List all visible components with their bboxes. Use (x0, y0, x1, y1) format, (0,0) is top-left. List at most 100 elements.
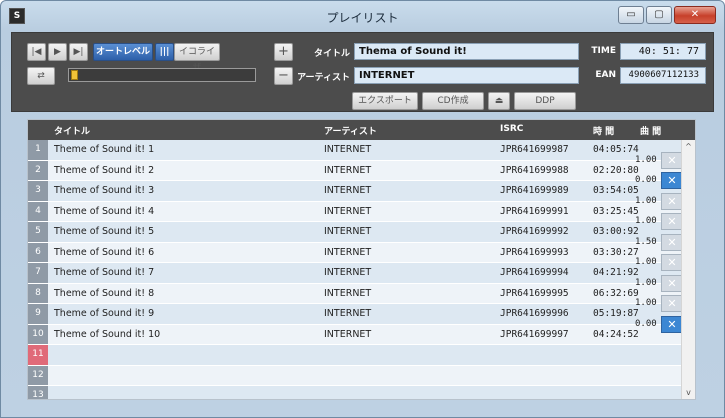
table-row[interactable]: 3 Theme of Sound it! 3 INTERNET JPR64169998… (28, 181, 683, 202)
row-time: 03:00:92 (593, 226, 639, 237)
ean-field[interactable]: 4900607112133 (620, 67, 706, 84)
minimize-button[interactable]: ▭ (618, 6, 644, 24)
scroll-up-icon[interactable]: ^ (682, 142, 695, 151)
table-row[interactable]: 8 Theme of Sound it! 8 INTERNET JPR64169999… (28, 283, 683, 304)
row-title: Theme of Sound it! 9 (54, 308, 155, 319)
eject-button[interactable]: ⏏ (488, 92, 510, 110)
row-number: 5 (28, 222, 48, 242)
repeat-button[interactable]: ⇄ (27, 67, 55, 85)
title-bar[interactable]: S プレイリスト ▭ ▢ ✕ (1, 1, 724, 31)
crossfade-icon[interactable]: ✕ (661, 274, 683, 292)
gap-control: 0.00 ✕ (635, 315, 685, 334)
row-number: 4 (28, 201, 48, 221)
play-button[interactable]: ▶ (48, 43, 67, 61)
gap-value[interactable]: 1.00 (635, 257, 657, 267)
table-row[interactable]: 10 Theme of Sound it! 10 INTERNET JPR641699… (28, 324, 683, 345)
gap-control: 1.00 ✕ (635, 213, 685, 231)
close-button[interactable]: ✕ (674, 6, 716, 24)
crossfade-icon[interactable]: ✕ (661, 254, 683, 271)
gap-value[interactable]: 1.00 (635, 155, 657, 165)
row-isrc: JPR641699988 (500, 164, 569, 176)
col-gap[interactable]: 曲 間 (640, 124, 661, 137)
row-isrc: JPR641699989 (500, 185, 569, 196)
auto-level-button[interactable]: オートレベル (93, 43, 153, 61)
gap-control: 1.50 ✕ (635, 233, 685, 252)
progress-knob[interactable] (71, 70, 78, 80)
row-isrc: JPR641699995 (500, 287, 569, 299)
row-number: 12 (28, 365, 48, 385)
row-number: 13 (28, 386, 48, 399)
table-row[interactable]: 11 (28, 345, 683, 366)
table-row[interactable]: 7 Theme of Sound it! 7 INTERNET JPR64169999… (28, 263, 683, 284)
ddp-button[interactable]: DDP (514, 92, 576, 110)
row-title: Theme of Sound it! 2 (54, 164, 155, 176)
row-artist: INTERNET (324, 205, 372, 217)
row-number: 10 (28, 324, 48, 344)
gap-value[interactable]: 0.00 (635, 319, 657, 329)
row-artist: INTERNET (324, 144, 372, 155)
table-row[interactable]: 6 Theme of Sound it! 6 INTERNET JPR64169999… (28, 242, 683, 263)
prev-track-button[interactable]: |◀ (27, 43, 46, 61)
equalizer-button[interactable]: イコライザ (174, 43, 220, 73)
table-row[interactable]: 4 Theme of Sound it! 4 INTERNET JPR64169999… (28, 201, 683, 222)
window-title: プレイリスト (326, 11, 399, 25)
row-title: Theme of Sound it! 8 (54, 287, 155, 299)
crossfade-icon[interactable]: ✕ (661, 295, 683, 312)
row-artist: INTERNET (324, 267, 372, 278)
row-artist: INTERNET (324, 226, 372, 237)
gap-control: 1.00 ✕ (635, 192, 685, 211)
table-row[interactable]: 9 Theme of Sound it! 9 INTERNET JPR64169999… (28, 304, 683, 325)
gap-value[interactable]: 1.50 (635, 237, 657, 247)
gap-value[interactable]: 0.00 (635, 175, 657, 185)
row-artist: INTERNET (324, 164, 372, 176)
crossfade-icon[interactable]: ✕ (661, 151, 683, 169)
remove-track-button[interactable]: − (274, 67, 293, 85)
gap-value[interactable]: 1.00 (635, 196, 657, 206)
crossfade-icon[interactable]: ✕ (661, 192, 683, 210)
row-artist: INTERNET (324, 185, 372, 196)
gap-control: 1.00 ✕ (635, 295, 685, 313)
crossfade-icon[interactable]: ✕ (661, 213, 683, 230)
equalizer-icon[interactable]: ||| (155, 43, 174, 61)
export-button[interactable]: エクスポート (352, 92, 418, 110)
crossfade-icon[interactable]: ✕ (661, 172, 683, 189)
table-row[interactable]: 2 Theme of Sound it! 2 INTERNET JPR64169998… (28, 160, 683, 181)
table-row[interactable]: 12 (28, 365, 683, 386)
row-time: 03:54:05 (593, 185, 639, 196)
gap-value[interactable]: 1.00 (635, 216, 657, 226)
gap-value[interactable]: 1.00 (635, 298, 657, 308)
row-time: 06:32:69 (593, 287, 639, 299)
table-header: タイトル アーティスト ISRC 時 間 曲 間 (28, 120, 695, 140)
table-row[interactable]: 5 Theme of Sound it! 5 INTERNET JPR64169999… (28, 222, 683, 243)
scroll-down-icon[interactable]: v (682, 388, 695, 397)
row-time: 04:05:74 (593, 144, 639, 155)
maximize-button[interactable]: ▢ (646, 6, 672, 24)
table-row[interactable]: 13 (28, 386, 683, 399)
next-track-button[interactable]: ▶| (69, 43, 88, 61)
gap-value[interactable]: 1.00 (635, 278, 657, 288)
row-time: 03:25:45 (593, 205, 639, 217)
col-artist[interactable]: アーティスト (324, 124, 377, 137)
playback-progress[interactable] (68, 68, 256, 82)
row-number: 6 (28, 242, 48, 262)
vertical-scrollbar[interactable]: ^ v (681, 140, 695, 399)
time-field: 40: 51: 77 (620, 43, 706, 60)
row-isrc: JPR641699993 (500, 246, 569, 258)
row-isrc: JPR641699991 (500, 205, 569, 217)
title-field[interactable]: Thema of Sound it! (354, 43, 579, 60)
table-row[interactable]: 1 Theme of Sound it! 1 INTERNET JPR64169998… (28, 140, 683, 161)
title-label: タイトル (313, 49, 350, 59)
cd-create-button[interactable]: CD作成 (422, 92, 484, 110)
crossfade-icon[interactable]: ✕ (661, 315, 683, 333)
row-isrc: JPR641699996 (500, 308, 569, 319)
crossfade-icon[interactable]: ✕ (661, 233, 683, 251)
col-time[interactable]: 時 間 (593, 124, 614, 137)
row-title: Theme of Sound it! 7 (54, 267, 155, 278)
col-isrc[interactable]: ISRC (500, 124, 523, 134)
row-number: 3 (28, 181, 48, 201)
add-track-button[interactable]: + (274, 43, 293, 61)
table-rows: 1 Theme of Sound it! 1 INTERNET JPR64169998… (28, 140, 683, 399)
artist-field[interactable]: INTERNET (354, 67, 579, 84)
row-number: 11 (28, 345, 48, 365)
col-title[interactable]: タイトル (54, 124, 90, 137)
